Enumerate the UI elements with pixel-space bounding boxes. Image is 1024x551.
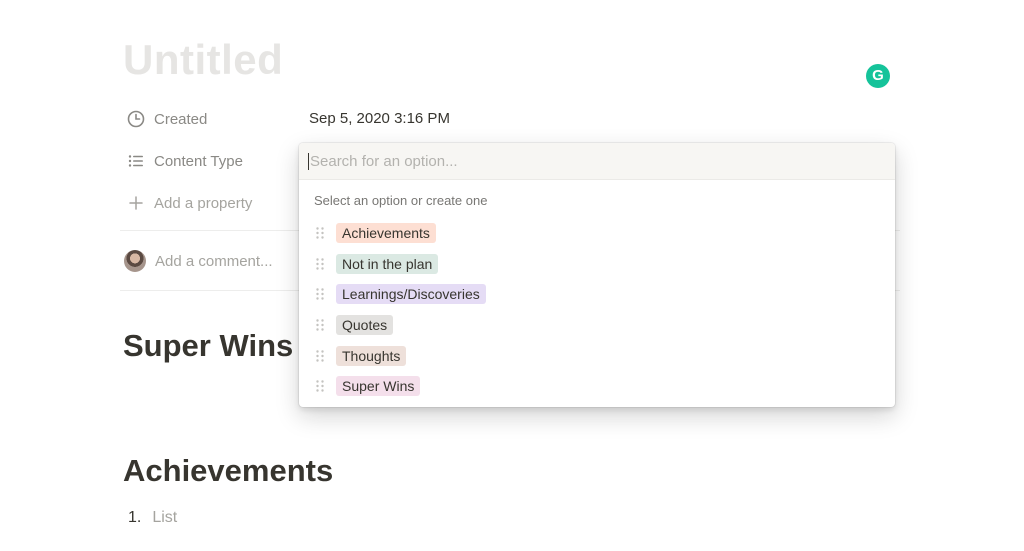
dropdown-hint: Select an option or create one [314,193,488,208]
drag-handle-icon[interactable] [313,287,327,301]
text-caret [308,152,309,170]
list-icon [126,152,145,171]
search-bar [299,143,895,180]
option-tag: Super Wins [336,376,421,397]
option-tag: Quotes [336,315,394,336]
property-label: Content Type [154,152,243,170]
property-label: Created [154,110,208,128]
heading-achievements[interactable]: Achievements [123,453,333,489]
drag-handle-icon[interactable] [313,349,327,363]
created-value: Sep 5, 2020 3:16 PM [309,110,450,127]
option-item[interactable]: Super Wins [299,371,895,402]
option-search-input[interactable] [310,152,870,170]
property-content-type[interactable]: Content Type [126,149,243,173]
plus-icon [126,194,145,213]
page-title[interactable]: Untitled [123,36,283,84]
add-property-button[interactable]: Add a property [126,191,252,215]
list-placeholder: List [152,509,178,526]
option-list: Achievements Not in the plan Learnings/D… [299,218,895,402]
option-item[interactable]: Learnings/Discoveries [299,279,895,310]
clock-icon [126,110,145,129]
option-item[interactable]: Quotes [299,310,895,341]
grammarly-icon[interactable]: G [866,64,890,88]
property-created[interactable]: Created [126,107,207,131]
option-item[interactable]: Thoughts [299,340,895,371]
comment-placeholder: Add a comment... [155,252,273,270]
option-dropdown: Select an option or create one Achieveme… [299,143,895,407]
numbered-list-item[interactable]: 1. List [128,509,177,527]
option-item[interactable]: Achievements [299,218,895,249]
option-tag: Thoughts [336,345,407,366]
list-number: 1. [128,509,142,526]
heading-super-wins[interactable]: Super Wins [123,328,293,364]
option-tag: Not in the plan [336,253,439,274]
option-tag: Achievements [336,223,436,244]
drag-handle-icon[interactable] [313,226,327,240]
add-property-label: Add a property [154,194,253,212]
avatar [124,250,146,272]
option-tag: Learnings/Discoveries [336,284,486,305]
drag-handle-icon[interactable] [313,379,327,393]
comment-input[interactable]: Add a comment... [124,250,273,272]
drag-handle-icon[interactable] [313,318,327,332]
option-item[interactable]: Not in the plan [299,249,895,280]
drag-handle-icon[interactable] [313,257,327,271]
